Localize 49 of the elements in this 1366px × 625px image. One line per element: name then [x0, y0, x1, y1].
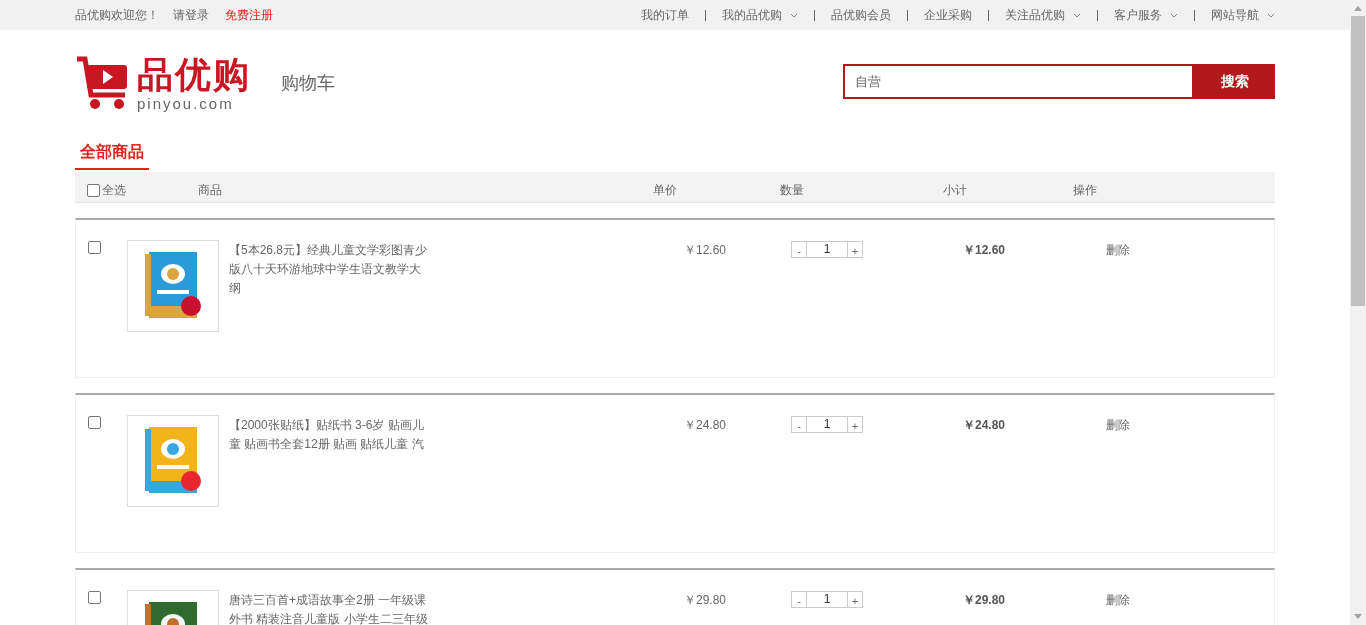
column-header: 单价 [653, 182, 678, 199]
column-header: 数量 [780, 182, 805, 199]
page-title: 购物车 [281, 72, 335, 95]
delete-link[interactable]: 删除 [1106, 241, 1130, 259]
quantity-field[interactable]: 1 [807, 416, 847, 433]
nav-link[interactable]: 企业采购 [924, 6, 972, 24]
register-link[interactable]: 免费注册 [225, 6, 273, 24]
increase-button[interactable]: + [847, 416, 863, 433]
checkbox[interactable] [88, 591, 101, 604]
delete-link[interactable]: 删除 [1106, 416, 1130, 434]
checkbox[interactable] [88, 416, 101, 429]
nav-link[interactable]: 我的品优购 [722, 6, 782, 24]
decrease-button[interactable]: - [791, 241, 807, 258]
nav-link[interactable]: 网站导航 [1211, 6, 1259, 24]
checkbox[interactable] [88, 241, 101, 254]
product-thumbnail[interactable] [127, 415, 219, 507]
product-title-link[interactable]: 【5本26.8元】经典儿童文学彩图青少版八十天环游地球中学生语文教学大纲 [229, 241, 432, 298]
nav-link[interactable]: 品优购会员 [831, 6, 891, 24]
increase-button[interactable]: + [847, 591, 863, 608]
unit-price: ￥12.60 [684, 242, 728, 259]
column-header: 小计 [943, 182, 968, 199]
decrease-button[interactable]: - [791, 416, 807, 433]
product-title-link[interactable]: 唐诗三百首+成语故事全2册 一年级课外书 精装注音儿童版 小学生二三年级 [229, 591, 432, 625]
logo-domain: pinyou.com [137, 96, 235, 111]
tab[interactable]: 全部商品 [75, 140, 149, 170]
product-title-link[interactable]: 【2000张贴纸】贴纸书 3-6岁 贴画儿童 贴画书全套12册 贴画 贴纸儿童 汽 [229, 416, 432, 454]
welcome-text: 品优购欢迎您！ [75, 7, 159, 24]
unit-price: ￥29.80 [684, 592, 728, 609]
nav-link[interactable]: 我的订单 [641, 6, 689, 24]
increase-button[interactable]: + [847, 241, 863, 258]
column-header: 商品 [198, 182, 223, 199]
subtotal: ￥29.80 [963, 592, 1007, 609]
logo-text: 品优购 [137, 57, 251, 93]
product-thumbnail[interactable] [127, 240, 219, 332]
nav-link[interactable]: 客户服务 [1114, 6, 1162, 24]
quantity-field[interactable]: 1 [807, 591, 847, 608]
subtotal: ￥24.80 [963, 417, 1007, 434]
nav-link[interactable]: 关注品优购 [1005, 6, 1065, 24]
column-header: 操作 [1073, 182, 1097, 199]
login-link[interactable]: 请登录 [173, 6, 209, 24]
subtotal: ￥12.60 [963, 242, 1007, 259]
quantity-field[interactable]: 1 [807, 241, 847, 258]
checkbox[interactable] [87, 183, 100, 197]
unit-price: ￥24.80 [684, 417, 728, 434]
search-button[interactable]: 搜索 [1194, 64, 1275, 99]
select-all-label: 全选 [102, 182, 126, 199]
delete-link[interactable]: 删除 [1106, 591, 1130, 609]
search-field[interactable]: 自营 [843, 64, 1194, 99]
decrease-button[interactable]: - [791, 591, 807, 608]
